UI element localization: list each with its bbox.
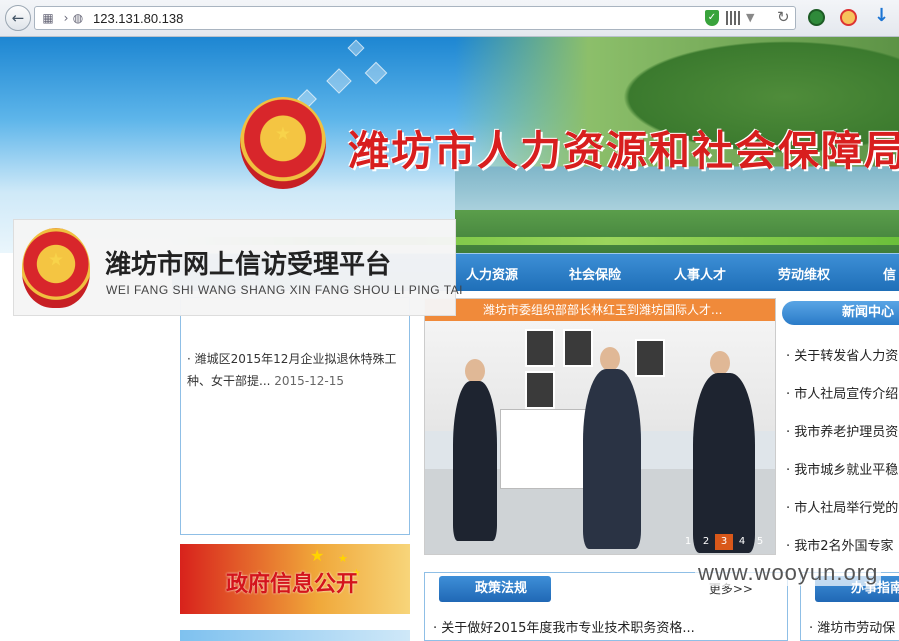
banner-strip [180,630,410,641]
address-bar[interactable]: ▦ › ◍ 123.131.80.138 ✓ ▼ ↻ [34,6,796,30]
slide-page-4[interactable]: 4 [733,534,751,550]
policy-item[interactable]: · 关于做好2015年度我市专业技术职务资格... [433,617,695,636]
qr-code-icon[interactable] [726,11,740,25]
notice-panel: · 潍城区2015年12月企业拟退休特殊工种、女干部提... 2015-12-1… [180,297,410,535]
wall-frame [563,329,593,367]
slide-page-3[interactable]: 3 [715,534,733,550]
download-icon[interactable]: ↓ [874,5,889,26]
person-figure [453,381,497,541]
nav-item-truncated[interactable]: 信 [883,264,896,283]
slide-page-5[interactable]: 5 [751,534,769,550]
security-shield-icon[interactable]: ✓ [705,10,719,26]
browser-window: ← ▦ › ◍ 123.131.80.138 ✓ ▼ ↻ ↓ ★ 潍坊市人力资源… [0,0,899,641]
popup-title: 潍坊市网上信访受理平台 [105,250,392,280]
slide-pager: 12345 [679,529,769,550]
wall-frame [525,371,555,409]
national-emblem-icon: ★ [22,228,90,308]
back-arrow-icon[interactable]: ← [5,5,31,31]
news-item[interactable]: · 关于转发省人力资 [786,345,898,364]
petition-platform-popup[interactable]: ★ 潍坊市网上信访受理平台 WEI FANG SHI WANG SHANG XI… [13,219,463,316]
globe-icon: ◍ [72,11,84,25]
adblock-icon[interactable] [840,9,857,26]
slide-caption[interactable]: 潍坊市委组织部部长林红玉到潍坊国际人才... [425,299,775,321]
national-emblem-icon: ★ [240,97,326,189]
decor-diamond [326,68,352,94]
decor-diamond [364,61,388,85]
site-title: 潍坊市人力资源和社会保障局 [348,127,899,175]
nav-item-hr[interactable]: 人力资源 [466,264,518,283]
slide-page-1[interactable]: 1 [679,534,697,550]
news-center-panel: 新闻中心 · 关于转发省人力资 · 市人社局宣传介绍 · 我市养老护理员资 · … [776,297,899,557]
notice-date: 2015-12-15 [274,374,345,388]
news-item[interactable]: · 市人社局宣传介绍 [786,383,898,402]
gov-info-banner[interactable]: ★ ★ ★ 政府信息公开 [180,544,410,614]
news-slideshow[interactable]: 潍坊市委组织部部长林红玉到潍坊国际人才... 12345 [424,298,776,555]
watermark: www.wooyun.org [695,560,882,586]
nav-item-social-insurance[interactable]: 社会保险 [569,264,621,283]
url-text[interactable]: 123.131.80.138 [93,11,183,26]
dropdown-arrow-icon[interactable]: ▼ [746,11,754,24]
news-item[interactable]: · 市人社局举行党的 [786,497,898,516]
reload-icon[interactable]: ↻ [777,8,790,26]
wall-frame [525,329,555,367]
news-center-title[interactable]: 新闻中心 [782,301,899,325]
wall-frame [635,339,665,377]
guide-item[interactable]: · 潍坊市劳动保 [809,617,895,636]
extension-shield-icon[interactable] [808,9,825,26]
slide-page-2[interactable]: 2 [697,534,715,550]
star-icon: ★ [338,552,348,565]
web-page: ★ 潍坊市人力资源和社会保障局 人力资源 社会保险 人事人才 劳动维权 信 · … [0,37,899,641]
notice-item[interactable]: · 潍城区2015年12月企业拟退休特殊工种、女干部提... 2015-12-1… [187,348,402,392]
popup-subtitle: WEI FANG SHI WANG SHANG XIN FANG SHOU LI… [106,283,463,297]
star-icon: ★ [310,546,325,565]
decor-diamond [347,39,365,57]
browser-toolbar: ← ▦ › ◍ 123.131.80.138 ✓ ▼ ↻ ↓ [0,0,899,37]
person-head [600,347,620,371]
news-item[interactable]: · 我市2名外国专家 [786,535,894,554]
policy-tab[interactable]: 政策法规 [439,576,552,602]
person-head [710,351,730,375]
person-figure [583,369,641,549]
news-item[interactable]: · 我市养老护理员资 [786,421,898,440]
person-figure [693,373,755,553]
slide-desk [500,409,590,489]
news-item[interactable]: · 我市城乡就业平稳 [786,459,898,478]
folder-icon[interactable]: ▦ [41,11,55,25]
nav-item-personnel[interactable]: 人事人才 [674,264,726,283]
person-head [465,359,485,383]
nav-item-labor-rights[interactable]: 劳动维权 [778,264,830,283]
gov-info-label[interactable]: 政府信息公开 [226,566,358,598]
